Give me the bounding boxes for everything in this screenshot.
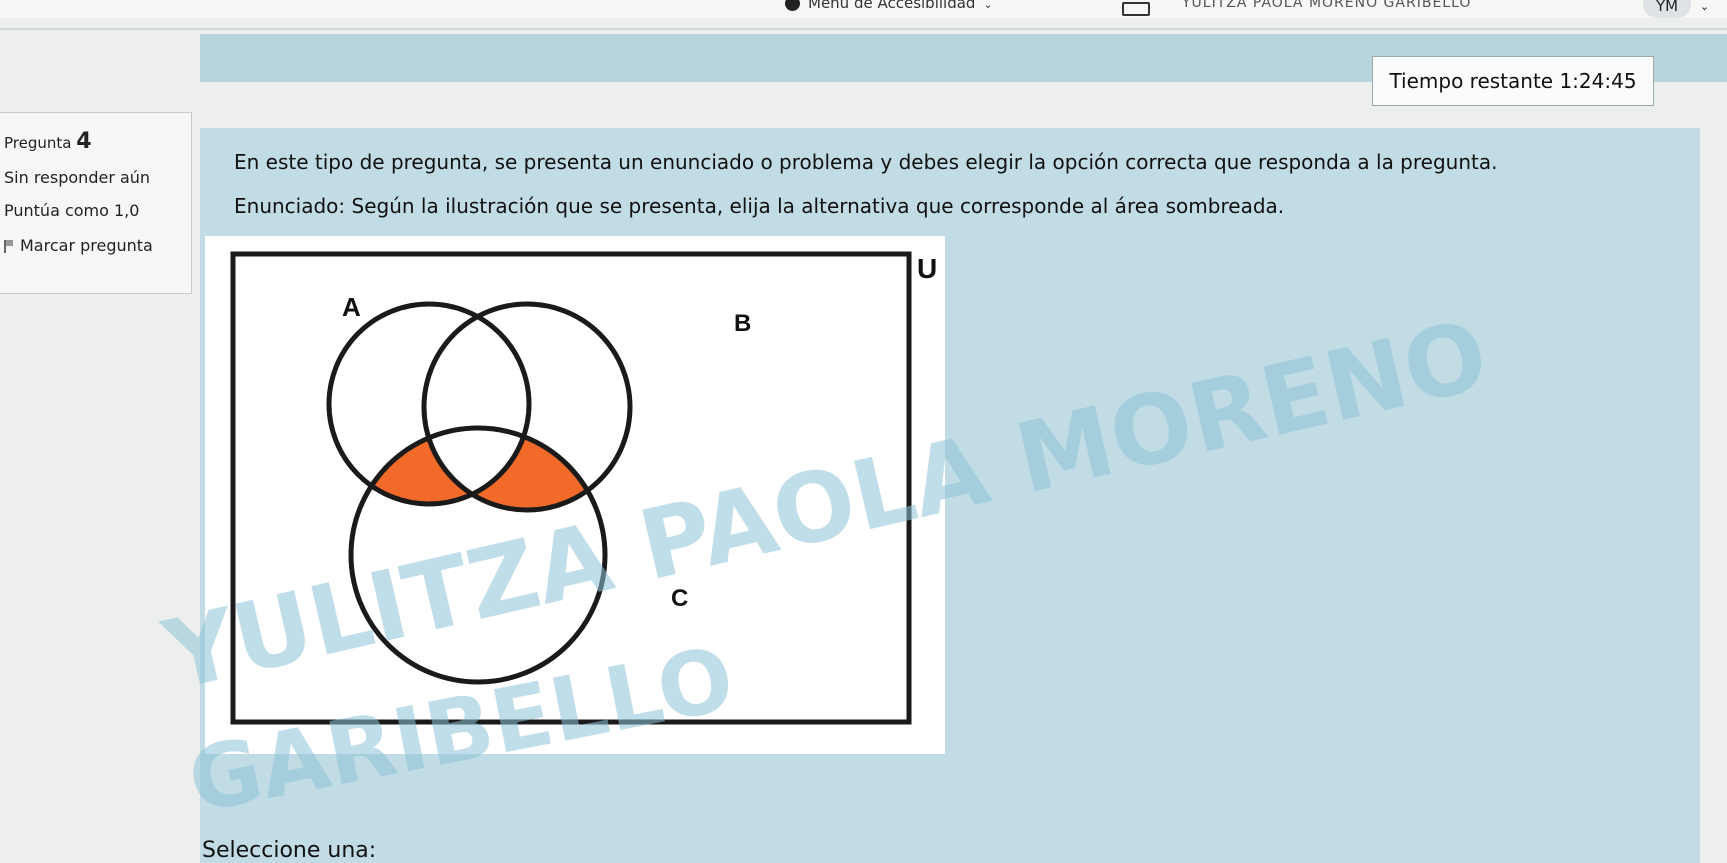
question-number: Pregunta 4	[4, 129, 191, 154]
user-name[interactable]: YULITZA PAOLA MORENO GARIBELLO	[1182, 0, 1471, 11]
universe-label: U	[917, 253, 937, 284]
flag-icon	[4, 240, 14, 253]
time-remaining-label: Tiempo restante 1:24:45	[1389, 69, 1637, 93]
mail-icon[interactable]	[1122, 2, 1150, 16]
question-intro: En este tipo de pregunta, se presenta un…	[234, 150, 1498, 174]
question-number-value: 4	[76, 129, 92, 154]
accessibility-menu-label: Menú de Accesibilidad	[808, 0, 976, 12]
top-navbar: Menú de Accesibilidad ⌄ YULITZA PAOLA MOR…	[0, 0, 1727, 18]
user-menu-chevron-icon[interactable]: ⌄	[1700, 0, 1709, 13]
question-statement: Enunciado: Según la ilustración que se p…	[234, 194, 1285, 218]
time-remaining: Tiempo restante 1:24:45	[1372, 56, 1654, 106]
set-a-label: A	[342, 292, 361, 322]
accessibility-menu[interactable]: Menú de Accesibilidad ⌄	[785, 0, 993, 12]
set-b-label: B	[734, 310, 751, 337]
select-one-prompt: Seleccione una:	[202, 838, 377, 863]
user-avatar[interactable]: YM	[1643, 0, 1691, 18]
navbar-divider	[0, 28, 1727, 30]
question-status: Sin responder aún	[4, 168, 151, 187]
question-label: Pregunta	[4, 134, 72, 152]
chevron-down-icon: ⌄	[983, 0, 993, 11]
question-score: Puntúa como 1,0	[4, 201, 140, 220]
flag-question-link[interactable]: Marcar pregunta	[4, 236, 191, 255]
flag-question-label: Marcar pregunta	[20, 236, 153, 255]
accessibility-icon	[785, 0, 800, 11]
question-info-panel: Pregunta 4 Sin responder aún Puntúa como…	[0, 112, 192, 294]
